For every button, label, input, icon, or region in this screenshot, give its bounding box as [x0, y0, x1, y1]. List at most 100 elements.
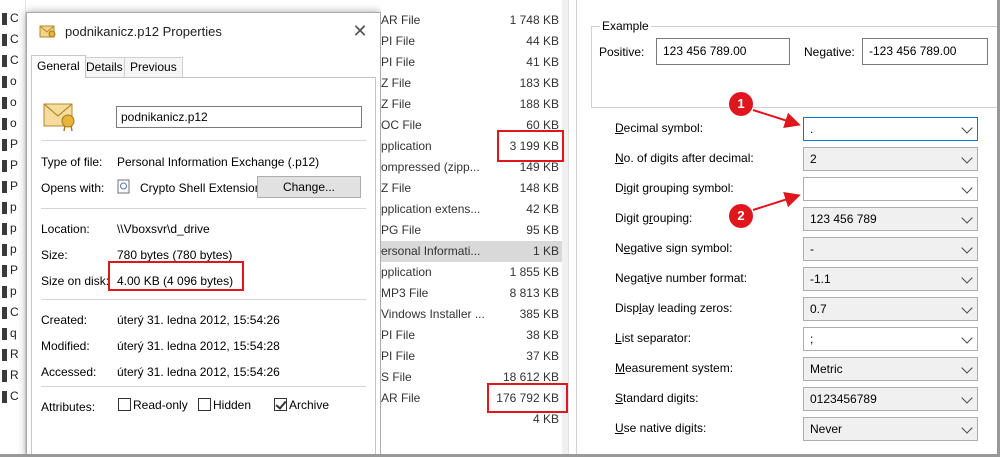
file-row[interactable]: pplication 1 855 KB [381, 262, 563, 283]
setting-combobox[interactable]: ; [803, 327, 978, 351]
file-size: 38 KB [526, 328, 559, 342]
change-button[interactable]: Change... [257, 176, 361, 198]
combobox-value: Never [810, 422, 843, 436]
setting-combobox[interactable]: -1.1 [803, 267, 978, 291]
setting-combobox[interactable]: Never [803, 417, 978, 441]
row-text: C [10, 305, 19, 319]
archive-checkbox[interactable]: Archive [274, 398, 329, 412]
chevron-down-icon[interactable] [961, 332, 973, 344]
crypto-shell-icon [117, 179, 130, 194]
setting-combobox[interactable] [803, 177, 978, 201]
file-size: 188 KB [519, 97, 559, 111]
file-size: 1 KB [532, 244, 559, 258]
dialog-titlebar[interactable]: podnikanicz.p12 Properties ✕ [27, 13, 380, 49]
explorer-row-fragment[interactable]: R [2, 344, 24, 365]
file-type: pplication [381, 265, 432, 279]
chevron-down-icon[interactable] [961, 422, 973, 434]
setting-label: Display leading zeros: [615, 301, 732, 315]
file-row[interactable]: PG File 95 KB [381, 220, 563, 241]
explorer-row-fragment[interactable]: q [2, 323, 24, 344]
explorer-row-fragment[interactable]: o [2, 113, 24, 134]
file-row[interactable]: PI File 41 KB [381, 52, 563, 73]
label-part: gative sign symbol: [630, 241, 733, 255]
checkbox-box[interactable] [118, 398, 131, 411]
file-type: AR File [381, 13, 421, 27]
setting-combobox[interactable]: 123 456 789 [803, 207, 978, 231]
dialog-title: podnikanicz.p12 Properties [65, 24, 222, 39]
file-row[interactable]: MP3 File 8 813 KB [381, 283, 563, 304]
readonly-checkbox[interactable]: Read-only [118, 398, 188, 412]
explorer-row-fragment[interactable]: p [2, 281, 24, 302]
explorer-row-fragment[interactable]: P [2, 134, 24, 155]
chevron-down-icon[interactable] [961, 392, 973, 404]
chevron-down-icon[interactable] [961, 212, 973, 224]
file-row[interactable]: PI File 38 KB [381, 325, 563, 346]
file-row[interactable]: pplication extens... 42 KB [381, 199, 563, 220]
setting-label: Measurement system: [615, 361, 733, 375]
close-icon[interactable]: ✕ [350, 21, 370, 41]
explorer-row-fragment[interactable]: C [2, 29, 24, 50]
checkbox-box-checked[interactable] [274, 398, 287, 411]
file-row[interactable]: PI File 37 KB [381, 346, 563, 367]
highlight-box [487, 383, 568, 413]
setting-combobox[interactable]: 0.7 [803, 297, 978, 321]
explorer-row-fragment[interactable]: p [2, 197, 24, 218]
row-text: p [10, 200, 17, 214]
label-part: Digit g [615, 211, 650, 225]
file-row[interactable]: Z File 148 KB [381, 178, 563, 199]
chevron-down-icon[interactable] [961, 152, 973, 164]
file-row[interactable]: ersonal Informati... 1 KB [381, 241, 563, 262]
checkbox-box[interactable] [198, 398, 211, 411]
explorer-row-fragment[interactable]: P [2, 176, 24, 197]
explorer-row-fragment[interactable]: o [2, 92, 24, 113]
file-type: PI File [381, 34, 416, 48]
hidden-checkbox[interactable]: Hidden [198, 398, 251, 412]
highlight-box [108, 261, 244, 291]
accessed-label: Accessed: [41, 365, 97, 379]
tab-general[interactable]: General [31, 55, 86, 78]
setting-combobox[interactable]: 2 [803, 147, 978, 171]
chevron-down-icon[interactable] [961, 272, 973, 284]
modified-value: úterý 31. ledna 2012, 15:54:28 [117, 339, 280, 353]
setting-combobox[interactable]: 0123456789 [803, 387, 978, 411]
row-text: C [10, 11, 19, 25]
number-format-panel: Example Positive: 123 456 789.00 Negativ… [576, 0, 1000, 457]
explorer-row-fragment[interactable]: P [2, 155, 24, 176]
explorer-row-fragment[interactable]: C [2, 8, 24, 29]
explorer-row-fragment[interactable]: C [2, 302, 24, 323]
explorer-row-fragment[interactable]: p [2, 239, 24, 260]
explorer-row-fragment[interactable]: R [2, 365, 24, 386]
tab-previous-versions[interactable]: Previous Versions [124, 57, 183, 92]
chevron-down-icon[interactable] [961, 242, 973, 254]
chevron-down-icon[interactable] [961, 182, 973, 194]
row-text: R [10, 347, 19, 361]
highlight-box [497, 130, 564, 162]
explorer-row-fragment[interactable]: o [2, 71, 24, 92]
setting-combobox[interactable]: . [803, 117, 978, 141]
access-key: N [615, 151, 624, 165]
setting-combobox[interactable]: - [803, 237, 978, 261]
modified-label: Modified: [41, 339, 90, 353]
file-row[interactable]: PI File 44 KB [381, 31, 563, 52]
created-label: Created: [41, 313, 88, 327]
explorer-row-fragment[interactable]: C [2, 50, 24, 71]
chevron-down-icon[interactable] [961, 302, 973, 314]
setting-combobox[interactable]: Metric [803, 357, 978, 381]
explorer-row-fragment[interactable]: C [2, 386, 24, 407]
chevron-down-icon[interactable] [961, 362, 973, 374]
type-value: Personal Information Exchange (.p12) [117, 155, 320, 169]
explorer-row-fragment[interactable]: p [2, 218, 24, 239]
chevron-down-icon[interactable] [961, 122, 973, 134]
file-icon [2, 222, 7, 235]
file-row[interactable]: Z File 183 KB [381, 73, 563, 94]
file-icon [2, 75, 7, 88]
file-name-field[interactable]: podnikanicz.p12 [116, 106, 362, 128]
file-row[interactable]: AR File 1 748 KB [381, 10, 563, 31]
file-row[interactable]: Z File 188 KB [381, 94, 563, 115]
tab-details[interactable]: Details [80, 57, 129, 77]
file-type: Z File [381, 97, 411, 111]
label-part: ve number format: [649, 271, 748, 285]
explorer-row-fragment[interactable]: P [2, 260, 24, 281]
file-row[interactable]: Vindows Installer ... 385 KB [381, 304, 563, 325]
file-type: AR File [381, 391, 421, 405]
